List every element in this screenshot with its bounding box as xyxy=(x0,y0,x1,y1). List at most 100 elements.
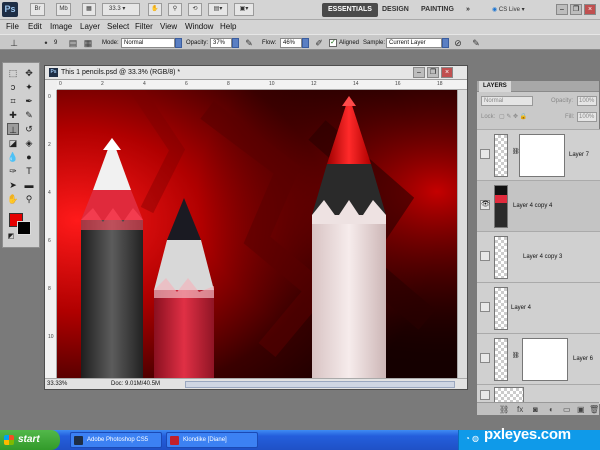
sample-dropdown-arrow[interactable] xyxy=(442,38,449,48)
pen-tool-icon[interactable]: ✑ xyxy=(7,165,19,177)
layer-row[interactable] xyxy=(477,384,600,404)
new-group-icon[interactable]: ▭ xyxy=(563,405,571,414)
quick-selection-tool-icon[interactable]: ✦ xyxy=(23,81,35,93)
eyedropper-tool-icon[interactable]: ✒ xyxy=(23,95,35,107)
pressure-opacity-icon[interactable]: ✎ xyxy=(243,37,255,49)
background-color-swatch[interactable] xyxy=(17,221,31,235)
path-selection-tool-icon[interactable]: ➤ xyxy=(7,179,19,191)
extras-button[interactable]: ▦ xyxy=(82,3,96,16)
doc-minimize-button[interactable]: – xyxy=(413,67,425,78)
bridge-button[interactable]: Br xyxy=(30,3,45,16)
link-layers-icon[interactable]: ⛓ xyxy=(499,405,509,414)
restore-button[interactable]: ❐ xyxy=(570,4,582,15)
start-button[interactable]: start xyxy=(0,430,60,450)
flow-field[interactable]: 46% xyxy=(280,38,302,48)
layer-mask-thumbnail[interactable] xyxy=(519,134,565,177)
doc-close-button[interactable]: × xyxy=(441,67,453,78)
more-workspaces-button[interactable]: » xyxy=(460,3,476,17)
document-titlebar[interactable]: Ps This 1 pencils.psd @ 33.3% (RGB/8) * … xyxy=(45,66,467,80)
visibility-toggle[interactable] xyxy=(480,149,490,159)
trash-icon[interactable]: 🗑 xyxy=(589,405,599,414)
image-canvas[interactable] xyxy=(57,90,457,380)
add-mask-icon[interactable]: ◙ xyxy=(533,405,538,414)
eraser-tool-icon[interactable]: ◪ xyxy=(7,137,19,149)
layer-style-icon[interactable]: fx xyxy=(517,405,523,414)
hand-tool-icon[interactable]: ✋ xyxy=(7,193,19,205)
visibility-toggle[interactable] xyxy=(480,251,490,261)
menu-window[interactable]: Window xyxy=(185,21,213,33)
zoom-tool-icon[interactable]: ⚲ xyxy=(23,193,35,205)
menu-filter[interactable]: Filter xyxy=(135,21,153,33)
zoom-level-dropdown[interactable]: 33.3 ▾ xyxy=(102,3,140,16)
clone-source-icon[interactable]: ▦ xyxy=(82,37,94,49)
shape-tool-icon[interactable]: ▬ xyxy=(23,179,35,191)
visibility-toggle[interactable]: 👁 xyxy=(480,200,490,210)
pressure-size-icon[interactable]: ✎ xyxy=(470,37,482,49)
vertical-ruler[interactable]: 0 2 4 6 8 10 xyxy=(45,90,57,380)
aligned-checkbox[interactable]: ✓ xyxy=(329,39,337,47)
mini-bridge-button[interactable]: Mb xyxy=(56,3,71,16)
visibility-toggle[interactable] xyxy=(480,390,490,400)
move-tool-icon[interactable]: ✥ xyxy=(23,67,35,79)
blur-tool-icon[interactable]: 💧 xyxy=(7,151,19,163)
menu-edit[interactable]: Edit xyxy=(28,21,42,33)
fill-field[interactable]: 100% xyxy=(577,112,597,122)
clone-stamp-preset-icon[interactable]: ⊥ xyxy=(8,37,20,49)
menu-layer[interactable]: Layer xyxy=(80,21,100,33)
paint-bucket-tool-icon[interactable]: ◈ xyxy=(23,137,35,149)
workspace-painting[interactable]: PAINTING xyxy=(415,3,460,17)
chain-link-icon[interactable]: ⛓ xyxy=(512,352,520,359)
screen-mode-button[interactable]: ▣▾ xyxy=(234,3,254,16)
layer-mask-thumbnail[interactable] xyxy=(522,338,568,381)
ignore-adjustment-layers-icon[interactable]: ⊘ xyxy=(452,37,464,49)
blend-mode-dropdown[interactable]: Normal xyxy=(481,96,533,106)
hand-tool-button[interactable]: ✋ xyxy=(148,3,162,16)
visibility-toggle[interactable] xyxy=(480,302,490,312)
menu-help[interactable]: Help xyxy=(220,21,236,33)
sample-dropdown[interactable]: Current Layer xyxy=(386,38,442,48)
document-size-info[interactable]: Doc: 9.01M/40.5M xyxy=(111,380,160,388)
taskbar-item-klondike[interactable]: Klondike [Diane] xyxy=(166,432,258,448)
layer-row[interactable]: 👁 Layer 4 copy 4 xyxy=(477,180,600,231)
airbrush-icon[interactable]: ✐ xyxy=(313,37,325,49)
mode-dropdown-arrow[interactable] xyxy=(175,38,182,48)
spot-healing-tool-icon[interactable]: ✚ xyxy=(7,109,19,121)
minimize-button[interactable]: – xyxy=(556,4,568,15)
rotate-view-button[interactable]: ⟲ xyxy=(188,3,202,16)
workspace-design[interactable]: DESIGN xyxy=(376,3,415,17)
brush-tool-icon[interactable]: ✎ xyxy=(23,109,35,121)
dodge-tool-icon[interactable]: ● xyxy=(23,151,35,163)
type-tool-icon[interactable]: T xyxy=(23,165,35,177)
opacity-dropdown-arrow[interactable] xyxy=(232,38,239,48)
lasso-tool-icon[interactable]: ↄ xyxy=(7,81,19,93)
close-button[interactable]: × xyxy=(584,4,596,15)
vertical-scrollbar[interactable] xyxy=(457,90,467,380)
workspace-essentials[interactable]: ESSENTIALS xyxy=(322,3,378,17)
opacity-field[interactable]: 37% xyxy=(210,38,232,48)
menu-file[interactable]: File xyxy=(6,21,19,33)
lock-icons[interactable]: ▢ ✎ ✥ 🔒 xyxy=(499,112,527,122)
tray-icons[interactable]: ◔ ◍ xyxy=(465,434,479,443)
horizontal-scrollbar[interactable] xyxy=(185,381,455,388)
adjustment-layer-icon[interactable]: ◐ xyxy=(549,405,554,414)
menu-view[interactable]: View xyxy=(160,21,177,33)
flow-dropdown-arrow[interactable] xyxy=(302,38,309,48)
history-brush-tool-icon[interactable]: ↺ xyxy=(23,123,35,135)
arrange-documents-button[interactable]: ▤▾ xyxy=(208,3,228,16)
menu-select[interactable]: Select xyxy=(107,21,129,33)
cs-live-button[interactable]: ◉ CS Live ▾ xyxy=(486,3,531,17)
layer-opacity-field[interactable]: 100% xyxy=(577,96,597,106)
zoom-tool-button[interactable]: ⚲ xyxy=(168,3,182,16)
marquee-tool-icon[interactable]: ⬚ xyxy=(7,67,19,79)
clone-stamp-tool-icon[interactable]: ⊥ xyxy=(7,123,19,135)
layer-row[interactable]: ⛓ Layer 7 xyxy=(477,129,600,180)
layer-row[interactable]: ⛓ Layer 6 xyxy=(477,333,600,384)
layer-row[interactable]: Layer 4 copy 3 xyxy=(477,231,600,282)
mode-dropdown[interactable]: Normal xyxy=(121,38,175,48)
visibility-toggle[interactable] xyxy=(480,353,490,363)
menu-image[interactable]: Image xyxy=(50,21,72,33)
brush-panel-icon[interactable]: ▤ xyxy=(67,37,79,49)
new-layer-icon[interactable]: ▣ xyxy=(577,405,585,414)
brush-preset-icon[interactable]: • xyxy=(40,37,52,49)
horizontal-ruler[interactable]: 0 2 4 6 8 10 12 14 16 18 xyxy=(57,80,467,90)
